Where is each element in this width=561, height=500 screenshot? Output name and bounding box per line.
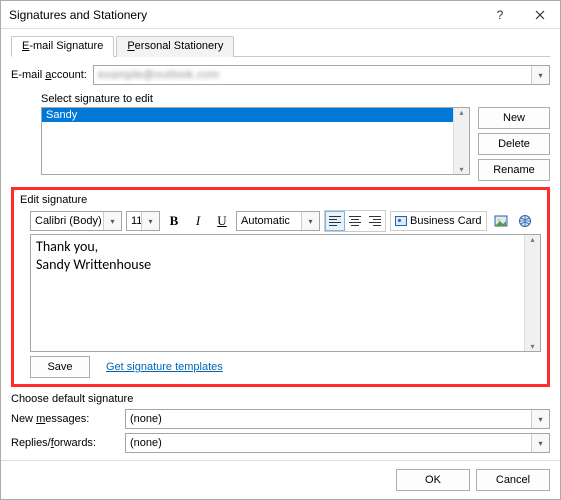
signature-editor-content: Thank you, Sandy Writtenhouse bbox=[31, 235, 540, 276]
replies-forwards-value: (none) bbox=[130, 437, 162, 449]
align-left-button[interactable] bbox=[325, 211, 345, 231]
scrollbar[interactable] bbox=[524, 235, 540, 351]
signature-list[interactable]: Sandy bbox=[41, 107, 470, 175]
edit-signature-highlight: Edit signature Calibri (Body) ▾ 11 ▾ B I… bbox=[11, 187, 550, 387]
edit-signature-label: Edit signature bbox=[20, 194, 541, 206]
signatures-dialog: Signatures and Stationery ? E-mail Signa… bbox=[0, 0, 561, 500]
font-color-combo[interactable]: Automatic ▾ bbox=[236, 211, 320, 231]
select-signature-label: Select signature to edit bbox=[41, 93, 550, 105]
bold-button[interactable]: B bbox=[164, 211, 184, 231]
signature-side-buttons: New Delete Rename bbox=[478, 107, 550, 181]
signature-list-item[interactable]: Sandy bbox=[42, 108, 469, 122]
new-button[interactable]: New bbox=[478, 107, 550, 129]
chevron-down-icon: ▾ bbox=[103, 212, 121, 230]
italic-button[interactable]: I bbox=[188, 211, 208, 231]
email-account-combo[interactable]: example@outlook.com ▾ bbox=[93, 65, 550, 85]
replies-forwards-row: Replies/forwards: (none) ▾ bbox=[11, 433, 550, 453]
email-account-value: example@outlook.com bbox=[98, 69, 220, 81]
chevron-down-icon: ▾ bbox=[531, 66, 549, 84]
dialog-title: Signatures and Stationery bbox=[9, 8, 480, 22]
save-row: Save Get signature templates bbox=[30, 356, 541, 378]
tab-strip: E-mail Signature Personal Stationery bbox=[11, 35, 550, 57]
font-family-value: Calibri (Body) bbox=[35, 215, 102, 227]
chevron-down-icon: ▾ bbox=[531, 434, 549, 452]
underline-button[interactable]: U bbox=[212, 211, 232, 231]
scrollbar[interactable] bbox=[453, 108, 469, 174]
email-account-label: E-mail account: bbox=[11, 69, 87, 81]
business-card-button[interactable]: Business Card bbox=[390, 211, 487, 231]
delete-button[interactable]: Delete bbox=[478, 133, 550, 155]
align-right-button[interactable] bbox=[365, 211, 385, 231]
close-button[interactable] bbox=[520, 1, 560, 29]
signature-editor[interactable]: Thank you, Sandy Writtenhouse bbox=[30, 234, 541, 352]
insert-hyperlink-button[interactable] bbox=[515, 211, 535, 231]
align-center-icon bbox=[349, 214, 361, 228]
tab-email-signature[interactable]: E-mail Signature bbox=[11, 36, 114, 57]
save-button[interactable]: Save bbox=[30, 356, 90, 378]
font-size-combo[interactable]: 11 ▾ bbox=[126, 211, 160, 231]
chevron-down-icon: ▾ bbox=[141, 212, 159, 230]
new-messages-value: (none) bbox=[130, 413, 162, 425]
insert-picture-button[interactable] bbox=[491, 211, 511, 231]
picture-icon bbox=[494, 214, 508, 228]
titlebar: Signatures and Stationery ? bbox=[1, 1, 560, 29]
font-family-combo[interactable]: Calibri (Body) ▾ bbox=[30, 211, 122, 231]
cancel-button[interactable]: Cancel bbox=[476, 469, 550, 491]
ok-button[interactable]: OK bbox=[396, 469, 470, 491]
get-templates-link[interactable]: Get signature templates bbox=[106, 361, 223, 373]
chevron-down-icon: ▾ bbox=[301, 212, 319, 230]
new-messages-label: New messages: bbox=[11, 413, 119, 425]
help-button[interactable]: ? bbox=[480, 1, 520, 29]
align-right-icon bbox=[369, 214, 381, 228]
chevron-down-icon: ▾ bbox=[531, 410, 549, 428]
account-row: E-mail account: example@outlook.com ▾ bbox=[11, 65, 550, 85]
editor-toolbar: Calibri (Body) ▾ 11 ▾ B I U Automatic ▾ bbox=[30, 210, 541, 232]
new-messages-row: New messages: (none) ▾ bbox=[11, 409, 550, 429]
choose-default-label: Choose default signature bbox=[11, 393, 550, 405]
hyperlink-icon bbox=[518, 214, 532, 228]
signature-list-area: Sandy New Delete Rename bbox=[41, 107, 550, 181]
replies-forwards-combo[interactable]: (none) ▾ bbox=[125, 433, 550, 453]
tab-personal-stationery[interactable]: Personal Stationery bbox=[116, 36, 234, 57]
replies-forwards-label: Replies/forwards: bbox=[11, 437, 119, 449]
align-center-button[interactable] bbox=[345, 211, 365, 231]
business-card-icon bbox=[395, 216, 407, 226]
rename-button[interactable]: Rename bbox=[478, 159, 550, 181]
dialog-footer: OK Cancel bbox=[1, 460, 560, 499]
business-card-label: Business Card bbox=[410, 215, 482, 227]
dialog-content: E-mail Signature Personal Stationery E-m… bbox=[1, 29, 560, 460]
align-group bbox=[324, 210, 386, 232]
font-color-value: Automatic bbox=[241, 215, 290, 227]
new-messages-combo[interactable]: (none) ▾ bbox=[125, 409, 550, 429]
close-icon bbox=[535, 10, 545, 20]
align-left-icon bbox=[329, 214, 341, 228]
